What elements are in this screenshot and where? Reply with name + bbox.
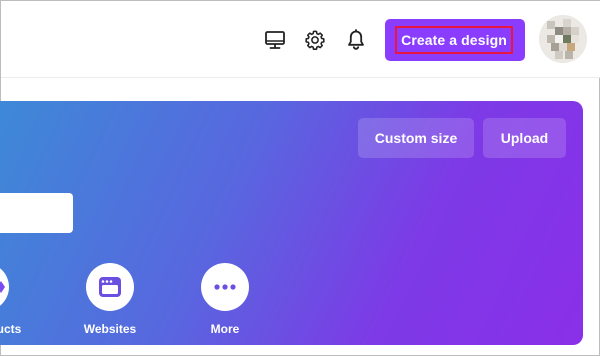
- avatar[interactable]: [539, 15, 587, 63]
- custom-size-button[interactable]: Custom size: [358, 118, 474, 158]
- desktop-app-button[interactable]: [262, 27, 288, 53]
- notifications-button[interactable]: [343, 27, 369, 53]
- category-products[interactable]: oducts: [0, 263, 41, 343]
- products-icon: [0, 281, 5, 293]
- top-header: Create a design: [1, 1, 600, 78]
- profile-photo: [539, 15, 587, 63]
- search-input[interactable]: [0, 193, 73, 233]
- category-label: More: [210, 322, 240, 336]
- category-label: Websites: [83, 322, 137, 336]
- settings-button[interactable]: [302, 27, 328, 53]
- upload-button[interactable]: Upload: [483, 118, 566, 158]
- category-websites[interactable]: Websites: [65, 263, 155, 336]
- ellipsis-icon: [214, 284, 236, 290]
- browser-window-icon: [99, 277, 121, 297]
- gear-icon: [305, 30, 325, 50]
- app-window: Create a design Custom size Upload ucts …: [0, 0, 600, 356]
- bell-icon: [348, 29, 364, 50]
- category-label: oducts: [0, 322, 22, 336]
- category-more[interactable]: More: [180, 263, 270, 336]
- hero-banner: Custom size Upload oducts Websi: [0, 101, 583, 345]
- desktop-icon: [265, 31, 285, 49]
- create-design-label[interactable]: Create a design: [395, 26, 513, 54]
